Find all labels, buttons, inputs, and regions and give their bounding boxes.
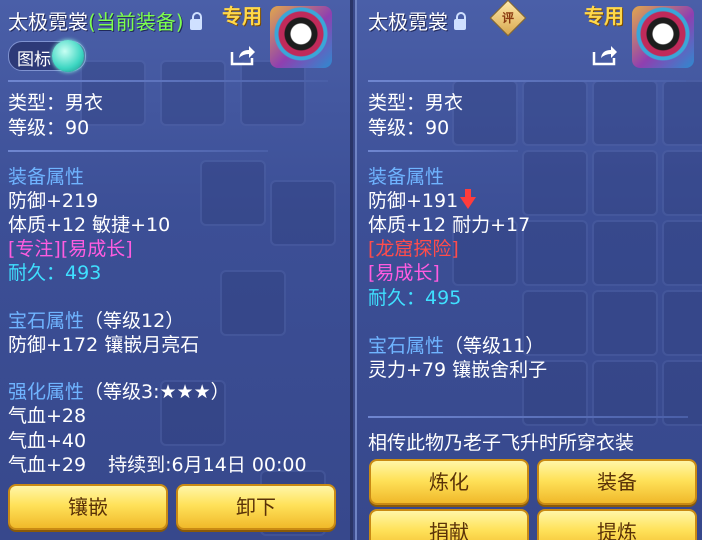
current-equip-label: (当前装备) bbox=[88, 10, 184, 34]
duration: 持续到:6月14日 00:00 bbox=[108, 454, 307, 476]
level-line: 等级：90 bbox=[8, 117, 90, 139]
level-line: 等级：90 bbox=[368, 117, 450, 139]
equip-button[interactable]: 装备 bbox=[537, 459, 697, 505]
donate-button[interactable]: 捐献 bbox=[369, 509, 529, 540]
type-line: 类型：男衣 bbox=[8, 92, 104, 114]
avatar-icon bbox=[270, 6, 332, 68]
avatar-icon bbox=[632, 6, 694, 68]
gem-title-line: 宝石属性（等级12） bbox=[8, 306, 184, 333]
enhance-title-line: 强化属性（等级3:★★★） bbox=[8, 377, 230, 404]
item-name: 太极霓裳 bbox=[368, 10, 448, 34]
durability-line: 耐久：493 bbox=[8, 258, 101, 285]
share-icon[interactable] bbox=[592, 44, 618, 66]
defense-line: 防御+219 bbox=[8, 190, 99, 212]
lock-icon[interactable] bbox=[454, 12, 466, 30]
item-name: 太极霓裳 bbox=[8, 10, 88, 34]
unequip-button[interactable]: 卸下 bbox=[176, 484, 336, 530]
equip-attr-title: 装备属性 bbox=[8, 166, 85, 188]
durability-line: 耐久：495 bbox=[368, 283, 461, 310]
item-title: 太极霓裳(当前装备) bbox=[8, 6, 202, 35]
enhance-title: 强化属性 bbox=[8, 381, 85, 403]
gem-line: 防御+172 镶嵌月亮石 bbox=[8, 334, 200, 356]
hp-line-1: 气血+28 bbox=[8, 405, 87, 427]
enhance-level: （等级3:★★★） bbox=[84, 381, 230, 403]
gem-level: （等级12） bbox=[84, 310, 185, 332]
extract-button[interactable]: 提炼 bbox=[537, 509, 697, 540]
defense-value: 防御+191 bbox=[368, 190, 459, 212]
description: 相传此物乃老子飞升时所穿衣装 bbox=[368, 432, 635, 454]
type-line: 类型：男衣 bbox=[368, 92, 464, 114]
gem-title: 宝石属性 bbox=[368, 335, 445, 357]
toggle-knob[interactable] bbox=[52, 40, 84, 72]
durability-label: 耐久： bbox=[8, 262, 66, 284]
down-arrow-icon bbox=[460, 189, 477, 209]
refine-button[interactable]: 炼化 bbox=[369, 459, 529, 505]
hp-3: 气血+29 bbox=[8, 454, 87, 476]
gem-title-line: 宝石属性（等级11） bbox=[368, 331, 544, 358]
divider bbox=[8, 150, 268, 152]
divider bbox=[368, 416, 688, 418]
divider bbox=[368, 80, 686, 82]
gem-level: （等级11） bbox=[444, 335, 545, 357]
tag-pink-line: [易成长] bbox=[368, 262, 440, 284]
gem-title: 宝石属性 bbox=[8, 310, 85, 332]
icon-toggle-label: 图标 bbox=[17, 50, 51, 70]
equipment-panel-current: 太极霓裳(当前装备) 专用 图标 类型：男衣 等级：90 装备属性 防御+219… bbox=[0, 0, 353, 540]
durability-value: 493 bbox=[65, 262, 102, 284]
item-title: 太极霓裳 bbox=[368, 6, 466, 35]
exclusive-label: 专用 bbox=[584, 4, 624, 28]
defense-line: 防御+191 bbox=[368, 186, 477, 213]
lock-icon[interactable] bbox=[189, 12, 202, 30]
durability-label: 耐久： bbox=[368, 287, 426, 309]
share-icon[interactable] bbox=[230, 44, 256, 66]
stats-line: 体质+12 敏捷+10 bbox=[8, 214, 171, 236]
gem-line: 灵力+79 镶嵌舍利子 bbox=[368, 359, 548, 381]
exclusive-label: 专用 bbox=[222, 4, 262, 28]
divider bbox=[368, 150, 518, 152]
divider bbox=[8, 80, 328, 82]
durability-value: 495 bbox=[425, 287, 462, 309]
hp-line-3: 气血+29 持续到:6月14日 00:00 bbox=[8, 450, 307, 477]
inlay-button[interactable]: 镶嵌 bbox=[8, 484, 168, 530]
equipment-panel-compare: 太极霓裳 专用 类型：男衣 等级：90 装备属性 防御+191 体质+12 耐力… bbox=[355, 0, 702, 540]
equip-attr-title: 装备属性 bbox=[368, 166, 445, 188]
tags-line: [专注][易成长] bbox=[8, 238, 133, 260]
stats-line: 体质+12 耐力+17 bbox=[368, 214, 531, 236]
tag-red-line: [龙窟探险] bbox=[368, 238, 459, 260]
review-icon-text: 评 bbox=[501, 11, 514, 25]
hp-line-2: 气血+40 bbox=[8, 430, 87, 452]
